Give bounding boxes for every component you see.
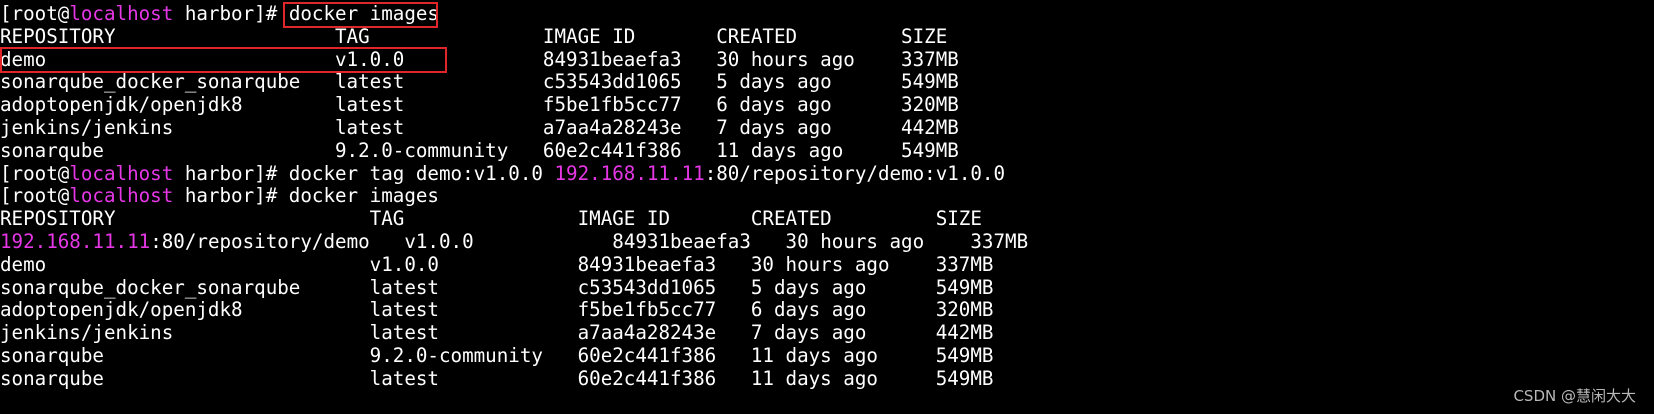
terminal-line: 192.168.11.11:80/repository/demo v1.0.0 …	[0, 230, 1028, 254]
terminal-line: sonarqube latest 60e2c441f386 11 days ag…	[0, 367, 993, 391]
terminal-text-segment: :80/repository/demo v1.0.0 84931beaefa3 …	[150, 230, 1029, 253]
terminal-line: sonarqube_docker_sonarqube latest c53543…	[0, 276, 993, 300]
terminal-line: sonarqube_docker_sonarqube latest c53543…	[0, 70, 959, 94]
terminal-text-segment: harbor]#	[173, 2, 289, 25]
terminal-text-segment: adoptopenjdk/openjdk8 latest f5be1fb5cc7…	[0, 298, 994, 322]
watermark-text: CSDN @慧闲大大	[1513, 387, 1636, 405]
terminal-text-segment: 192.168.11.11	[0, 230, 151, 253]
terminal-text-segment: sonarqube_docker_sonarqube latest c53543…	[0, 275, 994, 299]
terminal-line: REPOSITORY TAG IMAGE ID CREATED SIZE	[0, 25, 947, 49]
terminal-line: sonarqube 9.2.0-community 60e2c441f386 1…	[0, 344, 993, 368]
terminal-line: adoptopenjdk/openjdk8 latest f5be1fb5cc7…	[0, 298, 993, 322]
terminal-line: demo v1.0.0 84931beaefa3 30 hours ago 33…	[0, 48, 959, 72]
terminal-text-segment: sonarqube_docker_sonarqube latest c53543…	[0, 70, 959, 94]
terminal-text-segment: harbor]# docker tag demo:v1.0.0	[173, 161, 555, 185]
terminal-text-segment: jenkins/jenkins latest a7aa4a28243e 7 da…	[0, 321, 994, 345]
terminal-line: REPOSITORY TAG IMAGE ID CREATED SIZE	[0, 207, 982, 231]
terminal-text-segment: localhost	[69, 184, 174, 208]
terminal-text-segment: adoptopenjdk/openjdk8 latest f5be1fb5cc7…	[0, 93, 959, 117]
terminal-text-segment: 192.168.11.11	[554, 161, 705, 185]
terminal-text-segment: [root@	[0, 2, 70, 25]
terminal-line: [root@localhost harbor]# docker images	[0, 2, 439, 26]
terminal-line: [root@localhost harbor]# docker images	[0, 184, 439, 208]
terminal-text-segment: [root@	[0, 184, 70, 208]
terminal-text-segment: harbor]# docker images	[173, 184, 439, 208]
terminal-text-segment: demo v1.0.0 84931beaefa3 30 hours ago 33…	[0, 47, 959, 71]
terminal-line: adoptopenjdk/openjdk8 latest f5be1fb5cc7…	[0, 93, 959, 117]
terminal-line: demo v1.0.0 84931beaefa3 30 hours ago 33…	[0, 253, 993, 277]
terminal-line: jenkins/jenkins latest a7aa4a28243e 7 da…	[0, 321, 993, 345]
terminal-text-segment: jenkins/jenkins latest a7aa4a28243e 7 da…	[0, 116, 959, 139]
terminal-line: sonarqube 9.2.0-community 60e2c441f386 1…	[0, 139, 959, 163]
terminal-text-segment: docker images	[288, 2, 439, 25]
terminal-text-segment: sonarqube 9.2.0-community 60e2c441f386 1…	[0, 344, 994, 367]
terminal-line: [root@localhost harbor]# docker tag demo…	[0, 162, 1005, 186]
terminal-text-segment: localhost	[69, 161, 174, 185]
terminal-text-segment: REPOSITORY TAG IMAGE ID CREATED SIZE	[0, 24, 948, 48]
terminal-text-segment: demo v1.0.0 84931beaefa3 30 hours ago 33…	[0, 252, 994, 276]
terminal-text-segment: [root@	[0, 161, 70, 185]
terminal-text-segment: :80/repository/demo:v1.0.0	[704, 161, 1006, 185]
terminal-text-segment: sonarqube latest 60e2c441f386 11 days ag…	[0, 366, 994, 390]
terminal-text-segment: localhost	[69, 2, 174, 25]
terminal-line: jenkins/jenkins latest a7aa4a28243e 7 da…	[0, 116, 959, 140]
terminal-text-segment: sonarqube 9.2.0-community 60e2c441f386 1…	[0, 138, 959, 162]
terminal-window[interactable]: [root@localhost harbor]# docker images RE…	[0, 0, 1654, 414]
terminal-text-segment: REPOSITORY TAG IMAGE ID CREATED SIZE	[0, 207, 982, 231]
